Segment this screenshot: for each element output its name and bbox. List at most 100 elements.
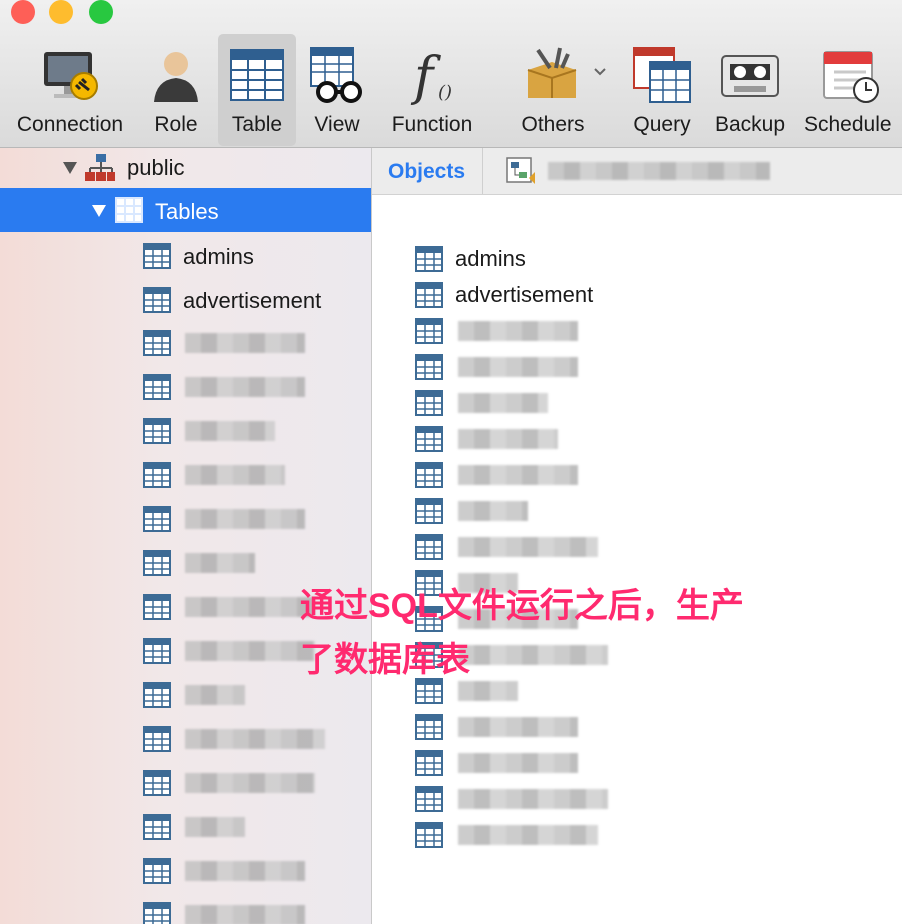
table-icon [143, 726, 171, 752]
table-icon [230, 49, 284, 101]
query-button[interactable]: Query [624, 34, 700, 146]
table-icon [415, 462, 443, 488]
maximize-window-button[interactable] [89, 0, 113, 24]
table-icon [415, 498, 443, 524]
table-icon [415, 714, 443, 740]
schedule-button[interactable]: Schedule [802, 34, 902, 146]
table-icon [143, 330, 171, 356]
obscured-table-name [185, 377, 305, 397]
table-icon [415, 678, 443, 704]
minimize-window-button[interactable] [49, 0, 73, 24]
obscured-table-name [458, 717, 578, 737]
table-icon [143, 418, 171, 444]
obscured-table-name [458, 645, 608, 665]
sidebar-item-advertisement[interactable]: advertisement [183, 288, 321, 314]
function-label: Function [391, 113, 473, 136]
sidebar: public Tables admins advertisement [0, 148, 372, 924]
schedule-icon [823, 51, 879, 103]
obscured-table-name [185, 905, 305, 924]
obscured-table-name [185, 465, 285, 485]
object-item-admins[interactable]: admins [455, 246, 526, 272]
schedule-label: Schedule [804, 113, 892, 136]
table-icon [415, 822, 443, 848]
table-icon [415, 750, 443, 776]
obscured-table-name [185, 641, 315, 661]
obscured-table-name [185, 333, 305, 353]
table-icon [415, 534, 443, 560]
obscured-table-name [185, 773, 315, 793]
svg-text:f: f [410, 47, 441, 106]
table-button[interactable]: Table [218, 34, 296, 146]
table-icon [143, 550, 171, 576]
others-button[interactable]: Others [508, 34, 610, 146]
table-icon [415, 318, 443, 344]
backup-label: Backup [714, 113, 786, 136]
table-icon [143, 814, 171, 840]
backup-icon [721, 55, 779, 97]
table-icon [143, 770, 171, 796]
obscured-table-name [185, 729, 325, 749]
annotation-line-2: 了数据库表 [300, 641, 470, 679]
role-label: Role [154, 113, 198, 136]
obscured-table-name [185, 509, 305, 529]
obscured-table-name [458, 465, 578, 485]
obscured-table-name [185, 685, 245, 705]
table-icon [143, 858, 171, 884]
obscured-table-name [458, 357, 578, 377]
view-icon [310, 47, 362, 103]
obscured-table-name [185, 421, 275, 441]
tab-bar: Objects [372, 148, 902, 195]
table-icon [143, 638, 171, 664]
table-icon [143, 682, 171, 708]
annotation-line-1: 通过SQL文件运行之后，生产 [300, 587, 744, 625]
table-icon [143, 902, 171, 924]
table-icon [143, 287, 171, 313]
schema-icon [85, 154, 115, 181]
obscured-table-name [458, 537, 598, 557]
query-label: Query [633, 113, 691, 136]
tables-label: Tables [155, 199, 219, 224]
obscured-tab-title [548, 162, 770, 180]
disclosure-triangle-icon [92, 205, 106, 217]
obscured-table-name [185, 597, 315, 617]
table-icon [143, 374, 171, 400]
obscured-table-name [185, 553, 255, 573]
connection-icon [44, 52, 98, 100]
connection-button[interactable]: Connection [6, 34, 134, 146]
table-icon [415, 786, 443, 812]
obscured-table-name [458, 753, 578, 773]
table-icon [115, 197, 143, 223]
schema-label[interactable]: public [127, 155, 184, 181]
svg-text:(): () [438, 82, 452, 103]
obscured-table-name [185, 861, 305, 881]
close-window-button[interactable] [11, 0, 35, 24]
obscured-table-name [458, 321, 578, 341]
table-icon [143, 243, 171, 269]
table-icon [143, 506, 171, 532]
table-icon [415, 246, 443, 272]
disclosure-triangle-icon[interactable] [63, 162, 77, 174]
function-button[interactable]: f () Function [380, 34, 484, 146]
table-icon [415, 426, 443, 452]
obscured-table-name [458, 429, 558, 449]
object-item-advertisement[interactable]: advertisement [455, 282, 593, 308]
view-label: View [314, 113, 360, 136]
view-button[interactable]: View [302, 34, 372, 146]
backup-button[interactable]: Backup [708, 34, 792, 146]
table-label: Table [231, 113, 283, 136]
table-icon [143, 462, 171, 488]
role-button[interactable]: Role [140, 34, 212, 146]
obscured-table-name [458, 789, 608, 809]
table-icon [415, 354, 443, 380]
sidebar-item-tables[interactable]: Tables [0, 188, 371, 232]
table-icon [415, 390, 443, 416]
chevron-down-icon [594, 68, 606, 76]
sidebar-item-admins[interactable]: admins [183, 244, 254, 270]
query-icon [633, 47, 691, 103]
others-label: Others [521, 113, 585, 136]
table-icon [143, 594, 171, 620]
tab-divider [482, 148, 483, 194]
toolbar: Connection Role Table View f () Function… [0, 0, 902, 148]
design-table-icon [506, 157, 535, 184]
tab-objects[interactable]: Objects [388, 160, 465, 184]
